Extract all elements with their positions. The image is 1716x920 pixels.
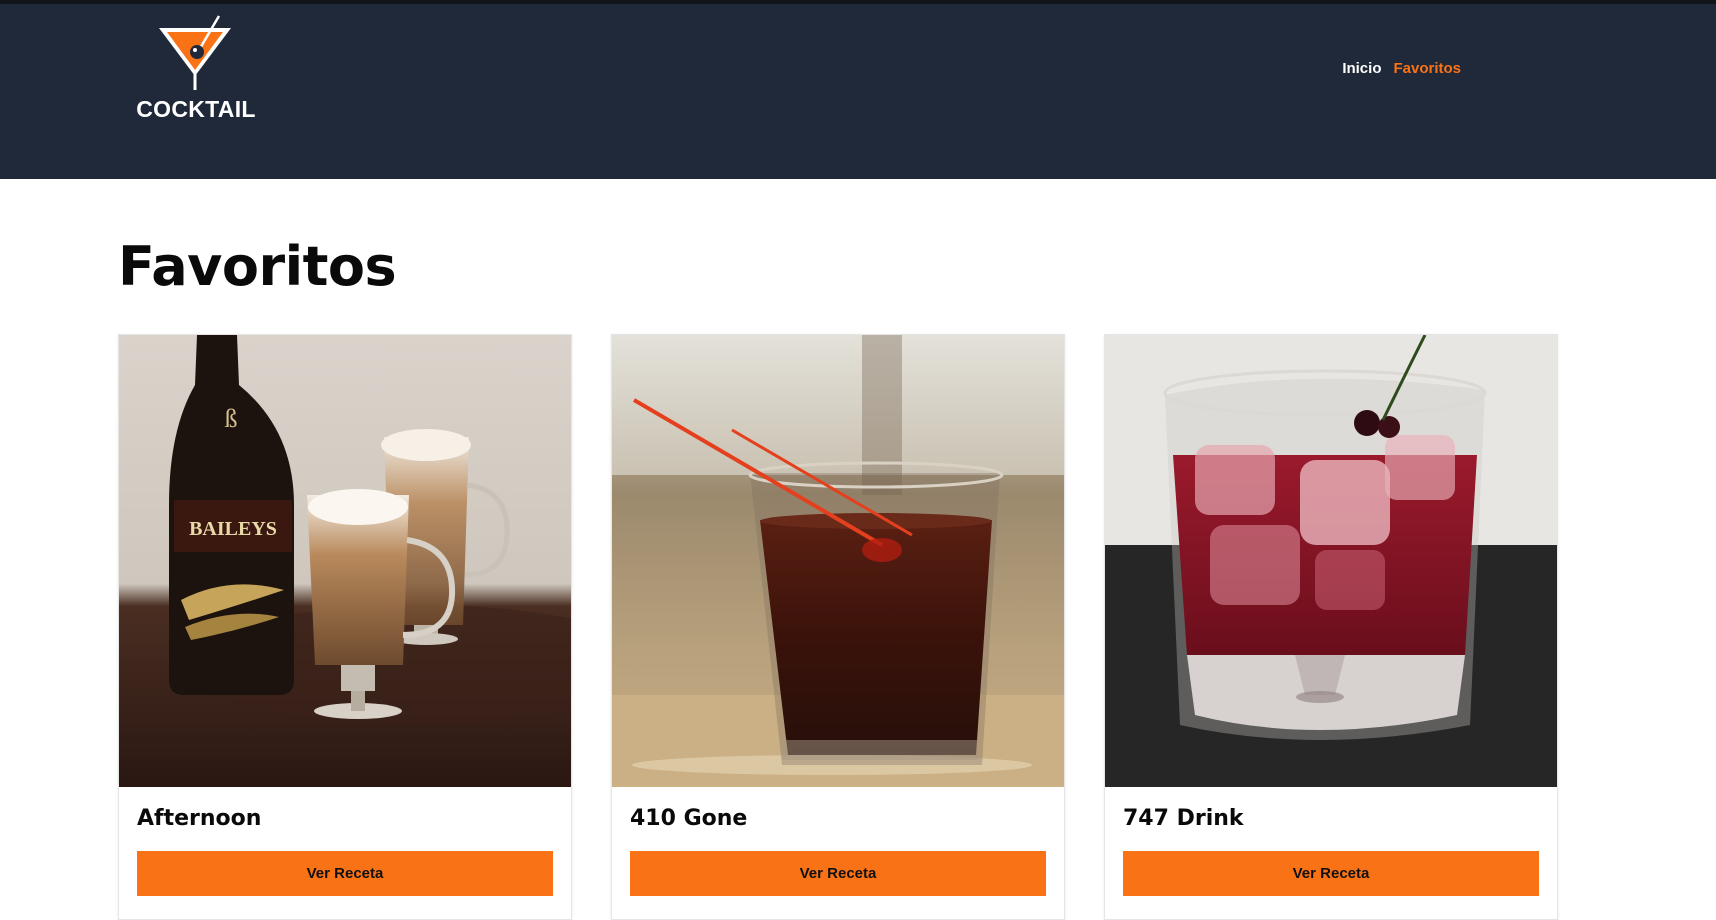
logo-text: COCKTAIL <box>136 96 256 122</box>
view-recipe-button[interactable]: Ver Receta <box>630 851 1046 896</box>
page-title: Favoritos <box>118 235 397 298</box>
main-content: Favoritos BAILEYS ß Afternoon Ver Receta… <box>118 235 1558 920</box>
site-header: COCKTAIL Inicio Favoritos <box>0 4 1716 179</box>
view-recipe-button[interactable]: Ver Receta <box>1123 851 1539 896</box>
drink-name: 747 Drink <box>1123 806 1244 831</box>
drink-image <box>612 335 1064 787</box>
drink-card: 410 Gone Ver Receta <box>611 334 1065 920</box>
drink-image: BAILEYS ß <box>119 335 571 787</box>
svg-text:ß: ß <box>225 404 238 433</box>
favorites-grid: BAILEYS ß Afternoon Ver Receta 410 Gone … <box>118 334 1558 920</box>
drink-card: 747 Drink Ver Receta <box>1104 334 1558 920</box>
drink-name: Afternoon <box>137 806 262 831</box>
drink-card: BAILEYS ß Afternoon Ver Receta <box>118 334 572 920</box>
view-recipe-button[interactable]: Ver Receta <box>137 851 553 896</box>
drink-image <box>1105 335 1557 787</box>
drink-name: 410 Gone <box>630 806 748 831</box>
logo-link[interactable]: COCKTAIL <box>134 14 264 129</box>
nav-link-inicio[interactable]: Inicio <box>1342 60 1381 77</box>
cocktail-glass-icon <box>159 15 231 90</box>
nav-link-favoritos[interactable]: Favoritos <box>1393 60 1461 77</box>
svg-text:BAILEYS: BAILEYS <box>189 518 277 540</box>
main-nav: Inicio Favoritos <box>1342 60 1461 77</box>
